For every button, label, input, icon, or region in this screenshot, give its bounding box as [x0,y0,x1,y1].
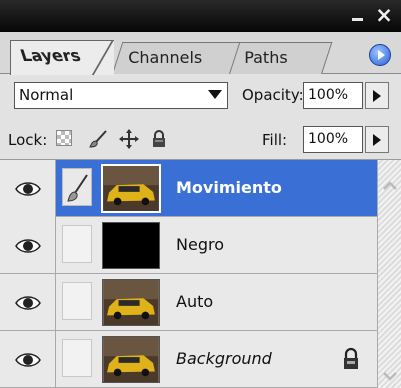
visibility-cell[interactable] [0,331,56,388]
chevron-down-icon[interactable] [208,90,222,99]
scroll-down-icon[interactable] [380,366,400,386]
close-button[interactable]: × [373,2,395,28]
link-cell[interactable] [62,339,92,377]
panel-menu-icon[interactable] [369,44,391,66]
layer-thumbnail [101,164,161,213]
layer-row-movimiento[interactable]: Movimiento [0,160,377,217]
eye-icon[interactable] [14,291,42,315]
minimize-button[interactable] [351,6,365,26]
layer-thumbnail [102,222,160,269]
eye-icon[interactable] [14,234,42,258]
lock-transparent-pixels-icon[interactable] [56,130,72,146]
layer-name[interactable]: Background [176,349,272,368]
layer-list-scrollbar[interactable] [377,160,401,388]
panel-tab-strip: Paths Channels Layers [0,32,401,75]
brush-icon[interactable] [88,129,110,149]
panel-title-bar[interactable]: × [0,0,401,32]
tab-channels-label: Channels [128,48,203,67]
lock-icon [344,347,358,369]
layer-row-auto[interactable]: Auto [0,274,377,331]
visibility-cell[interactable] [0,217,56,274]
move-icon[interactable] [118,129,140,149]
tab-layers-label: Layers [17,46,84,65]
lock-label: Lock: [8,131,48,149]
layer-row-negro[interactable]: Negro [0,217,377,274]
layer-name[interactable]: Negro [176,235,224,254]
layer-name[interactable]: Movimiento [176,178,282,197]
layer-thumbnail [102,279,160,326]
layer-name[interactable]: Auto [176,292,213,311]
blend-mode-value: Normal [19,86,74,104]
fill-input[interactable]: 100% [303,126,363,153]
link-cell[interactable] [62,282,92,320]
layer-row-background[interactable]: Background [0,331,377,388]
lock-icon[interactable] [148,129,170,149]
layer-list: Movimiento Negro Auto Background [0,160,401,388]
scroll-up-icon[interactable] [380,176,400,196]
layers-panel: × Paths Channels Layers Normal Opacity: … [0,0,401,388]
layer-thumbnail [102,336,160,383]
lock-options-row: Lock: Fill: 100% [0,118,401,160]
tab-channels[interactable]: Channels [112,42,241,74]
tab-paths-label: Paths [244,48,288,67]
visibility-cell[interactable] [0,274,56,331]
brush-edit-cell[interactable] [62,168,92,206]
eye-icon[interactable] [14,348,42,372]
eye-icon[interactable] [14,177,42,201]
brush-icon [67,174,88,202]
tab-paths[interactable]: Paths [228,42,333,74]
visibility-cell[interactable] [0,160,56,217]
link-cell[interactable] [62,225,92,263]
opacity-slider-button[interactable] [365,82,389,109]
fill-slider-button[interactable] [365,126,389,153]
opacity-label: Opacity: [242,86,304,104]
opacity-input[interactable]: 100% [303,82,363,109]
blend-options-row: Normal Opacity: 100% [0,74,401,118]
blend-mode-select[interactable]: Normal [14,82,228,109]
tab-layers[interactable]: Layers [10,40,114,75]
fill-label: Fill: [262,131,288,149]
